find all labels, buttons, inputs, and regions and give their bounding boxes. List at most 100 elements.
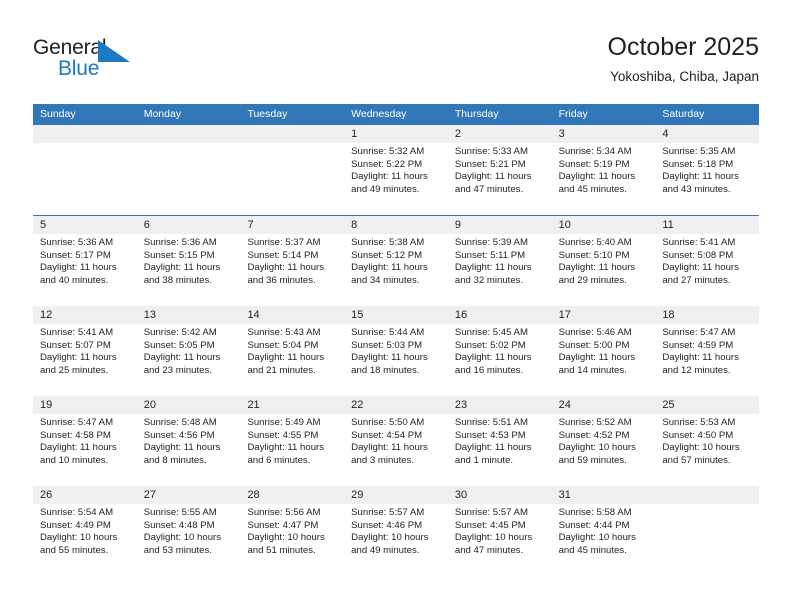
day-daylight-2-text: and 18 minutes. — [351, 364, 420, 376]
day-daylight-2-text: and 38 minutes. — [143, 274, 212, 286]
brand-logo[interactable]: General Blue — [33, 36, 153, 84]
day-sunset-text: Sunset: 5:00 PM — [558, 339, 630, 351]
calendar-day-cell[interactable]: 11 Sunrise: 5:41 AM Sunset: 5:08 PM Dayligh… — [655, 216, 760, 306]
day-sunrise-text: Sunrise: 5:34 AM — [558, 146, 632, 157]
calendar-day-cell[interactable]: 18 Sunrise: 5:47 AM Sunset: 4:59 PM Dayligh… — [655, 306, 760, 396]
day-details: Sunrise: 5:56 AM Sunset: 4:47 PM Daylight:… — [240, 504, 344, 557]
day-number — [33, 125, 137, 143]
day-sunrise-text: Sunrise: 5:52 AM — [558, 417, 632, 428]
calendar-day-cell[interactable]: 12 Sunrise: 5:41 AM Sunset: 5:07 PM Dayligh… — [33, 306, 137, 396]
day-number: 4 — [655, 125, 760, 143]
day-sunset-text: Sunset: 5:02 PM — [454, 339, 526, 351]
day-number: 18 — [655, 306, 760, 324]
page-header: General Blue October 2025 Yokoshiba, Chi… — [0, 0, 792, 100]
day-details: Sunrise: 5:43 AM Sunset: 5:04 PM Daylight:… — [240, 324, 344, 377]
day-daylight-1-text: Daylight: 11 hours — [40, 352, 117, 364]
day-number: 9 — [447, 216, 552, 234]
calendar-day-cell[interactable]: 4 Sunrise: 5:35 AM Sunset: 5:18 PM Daylight… — [655, 125, 760, 215]
calendar-day-cell[interactable]: 15 Sunrise: 5:44 AM Sunset: 5:03 PM Dayligh… — [344, 306, 448, 396]
day-daylight-1-text: Daylight: 10 hours — [454, 532, 533, 544]
day-daylight-1-text: Daylight: 11 hours — [247, 262, 325, 274]
calendar-day-cell-empty — [136, 125, 241, 215]
day-daylight-2-text: and 47 minutes. — [454, 544, 524, 556]
calendar-day-cell[interactable]: 9 Sunrise: 5:39 AM Sunset: 5:11 PM Daylight… — [447, 216, 552, 306]
day-details: Sunrise: 5:57 AM Sunset: 4:45 PM Daylight:… — [448, 504, 552, 557]
weekday-header-friday: Friday — [558, 108, 588, 120]
day-sunrise-text: Sunrise: 5:32 AM — [351, 146, 425, 157]
weekday-header-saturday: Saturday — [662, 108, 705, 120]
calendar-day-cell[interactable]: 8 Sunrise: 5:38 AM Sunset: 5:12 PM Daylight… — [344, 216, 448, 306]
day-details: Sunrise: 5:32 AM Sunset: 5:22 PM Daylight:… — [344, 143, 448, 196]
calendar-day-cell[interactable]: 21 Sunrise: 5:49 AM Sunset: 4:55 PM Dayligh… — [240, 396, 345, 486]
calendar-day-cell[interactable]: 26 Sunrise: 5:54 AM Sunset: 4:49 PM Dayligh… — [33, 486, 137, 576]
day-daylight-1-text: Daylight: 10 hours — [351, 532, 429, 544]
day-details: Sunrise: 5:55 AM Sunset: 4:48 PM Daylight:… — [137, 504, 241, 557]
calendar-day-cell[interactable]: 25 Sunrise: 5:53 AM Sunset: 4:50 PM Dayligh… — [655, 396, 760, 486]
calendar-day-cell[interactable]: 7 Sunrise: 5:37 AM Sunset: 5:14 PM Daylight… — [240, 216, 345, 306]
day-daylight-1-text: Daylight: 11 hours — [247, 442, 325, 454]
day-daylight-1-text: Daylight: 11 hours — [454, 262, 532, 274]
day-details: Sunrise: 5:34 AM Sunset: 5:19 PM Daylight:… — [552, 143, 656, 196]
day-details: Sunrise: 5:41 AM Sunset: 5:08 PM Daylight:… — [655, 234, 759, 287]
calendar-day-cell[interactable]: 30 Sunrise: 5:57 AM Sunset: 4:45 PM Dayligh… — [447, 486, 552, 576]
day-daylight-1-text: Daylight: 11 hours — [351, 442, 428, 454]
day-details: Sunrise: 5:40 AM Sunset: 5:10 PM Daylight:… — [552, 234, 656, 287]
day-sunrise-text: Sunrise: 5:44 AM — [351, 327, 425, 338]
day-number: 16 — [447, 306, 552, 324]
day-sunset-text: Sunset: 4:44 PM — [558, 519, 630, 531]
day-daylight-2-text: and 53 minutes. — [143, 544, 212, 556]
day-sunrise-text: Sunrise: 5:35 AM — [662, 146, 736, 157]
calendar-day-cell[interactable]: 29 Sunrise: 5:57 AM Sunset: 4:46 PM Dayligh… — [344, 486, 448, 576]
day-sunrise-text: Sunrise: 5:33 AM — [454, 146, 528, 157]
calendar-day-cell[interactable]: 28 Sunrise: 5:56 AM Sunset: 4:47 PM Dayligh… — [240, 486, 345, 576]
calendar-day-cell[interactable]: 13 Sunrise: 5:42 AM Sunset: 5:05 PM Dayligh… — [136, 306, 241, 396]
day-daylight-1-text: Daylight: 11 hours — [454, 442, 532, 454]
calendar-day-cell[interactable]: 2 Sunrise: 5:33 AM Sunset: 5:21 PM Daylight… — [447, 125, 552, 215]
day-details: Sunrise: 5:47 AM Sunset: 4:58 PM Daylight:… — [33, 414, 137, 467]
calendar-day-cell[interactable]: 14 Sunrise: 5:43 AM Sunset: 5:04 PM Dayligh… — [240, 306, 345, 396]
day-sunrise-text: Sunrise: 5:37 AM — [247, 237, 321, 248]
calendar-day-cell[interactable]: 10 Sunrise: 5:40 AM Sunset: 5:10 PM Dayligh… — [551, 216, 656, 306]
day-sunrise-text: Sunrise: 5:55 AM — [143, 507, 217, 518]
calendar-day-cell[interactable]: 27 Sunrise: 5:55 AM Sunset: 4:48 PM Dayligh… — [136, 486, 241, 576]
day-sunset-text: Sunset: 5:22 PM — [351, 158, 423, 170]
day-sunset-text: Sunset: 5:11 PM — [454, 249, 526, 261]
day-daylight-2-text: and 34 minutes. — [351, 274, 420, 286]
day-daylight-2-text: and 21 minutes. — [247, 364, 316, 376]
day-daylight-1-text: Daylight: 11 hours — [351, 262, 428, 274]
calendar-day-cell[interactable]: 20 Sunrise: 5:48 AM Sunset: 4:56 PM Dayligh… — [136, 396, 241, 486]
day-daylight-1-text: Daylight: 10 hours — [247, 532, 325, 544]
day-daylight-1-text: Daylight: 10 hours — [558, 532, 636, 544]
weekday-header-monday: Monday — [143, 108, 182, 120]
calendar-day-cell[interactable]: 16 Sunrise: 5:45 AM Sunset: 5:02 PM Dayligh… — [447, 306, 552, 396]
day-sunrise-text: Sunrise: 5:50 AM — [351, 417, 425, 428]
day-number: 8 — [344, 216, 448, 234]
calendar-day-cell[interactable]: 5 Sunrise: 5:36 AM Sunset: 5:17 PM Daylight… — [33, 216, 137, 306]
day-details: Sunrise: 5:58 AM Sunset: 4:44 PM Daylight:… — [552, 504, 656, 557]
day-sunset-text: Sunset: 5:14 PM — [247, 249, 319, 261]
day-sunset-text: Sunset: 5:18 PM — [662, 158, 734, 170]
page-title: October 2025 — [607, 33, 760, 61]
day-daylight-2-text: and 29 minutes. — [558, 274, 627, 286]
brand-name-blue: Blue — [58, 57, 100, 80]
calendar-day-cell[interactable]: 1 Sunrise: 5:32 AM Sunset: 5:22 PM Daylight… — [344, 125, 448, 215]
calendar-day-cell[interactable]: 3 Sunrise: 5:34 AM Sunset: 5:19 PM Daylight… — [551, 125, 656, 215]
day-sunset-text: Sunset: 5:05 PM — [143, 339, 215, 351]
calendar-day-cell[interactable]: 19 Sunrise: 5:47 AM Sunset: 4:58 PM Dayligh… — [33, 396, 137, 486]
day-sunset-text: Sunset: 4:50 PM — [662, 429, 734, 441]
calendar-day-cell[interactable]: 24 Sunrise: 5:52 AM Sunset: 4:52 PM Dayligh… — [551, 396, 656, 486]
day-details: Sunrise: 5:48 AM Sunset: 4:56 PM Daylight:… — [137, 414, 241, 467]
calendar-day-cell[interactable]: 6 Sunrise: 5:36 AM Sunset: 5:15 PM Daylight… — [136, 216, 241, 306]
day-daylight-2-text: and 3 minutes. — [351, 454, 415, 466]
day-daylight-1-text: Daylight: 11 hours — [454, 171, 532, 183]
weekday-header-row: Sunday Monday Tuesday Wednesday Thursday… — [33, 104, 759, 125]
day-number: 6 — [136, 216, 241, 234]
day-details: Sunrise: 5:49 AM Sunset: 4:55 PM Daylight:… — [240, 414, 344, 467]
calendar-day-cell[interactable]: 31 Sunrise: 5:58 AM Sunset: 4:44 PM Dayligh… — [551, 486, 656, 576]
calendar-day-cell[interactable]: 17 Sunrise: 5:46 AM Sunset: 5:00 PM Dayligh… — [551, 306, 656, 396]
day-daylight-1-text: Daylight: 11 hours — [40, 442, 117, 454]
day-sunrise-text: Sunrise: 5:57 AM — [454, 507, 528, 518]
calendar-day-cell[interactable]: 23 Sunrise: 5:51 AM Sunset: 4:53 PM Dayligh… — [447, 396, 552, 486]
day-sunrise-text: Sunrise: 5:45 AM — [454, 327, 528, 338]
calendar-day-cell[interactable]: 22 Sunrise: 5:50 AM Sunset: 4:54 PM Dayligh… — [344, 396, 448, 486]
